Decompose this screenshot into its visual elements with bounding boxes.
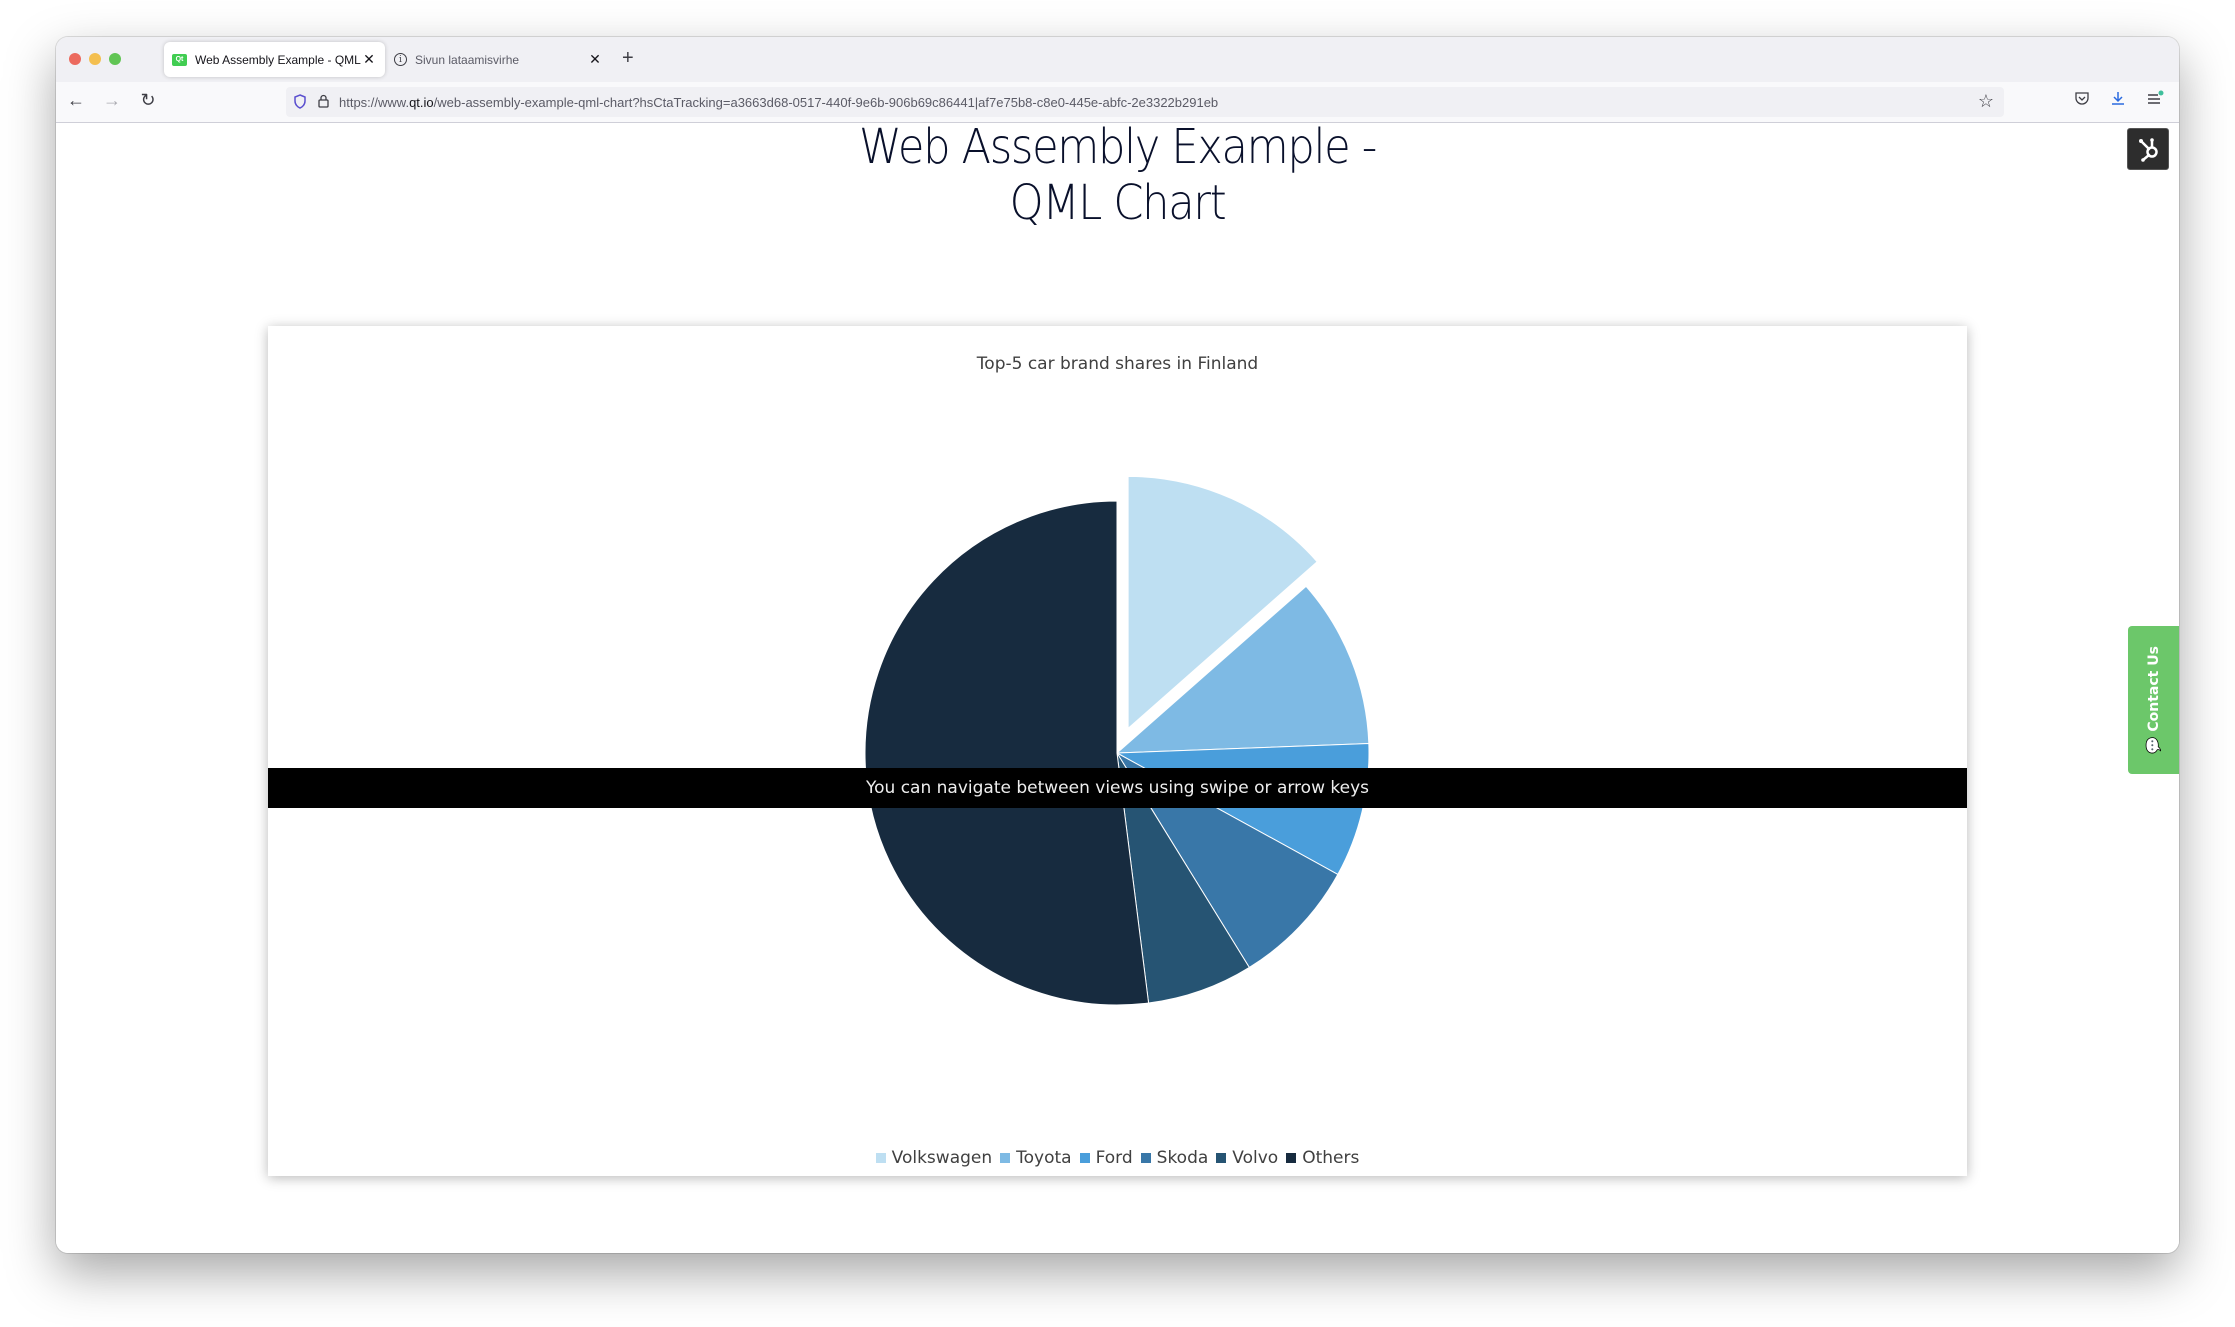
back-arrow-icon[interactable]: ← bbox=[64, 90, 88, 111]
download-icon[interactable] bbox=[2110, 90, 2126, 111]
legend-item-toyota[interactable]: Toyota bbox=[1000, 1148, 1072, 1168]
browser-window: Qt Web Assembly Example - QML Chart ✕ i … bbox=[56, 37, 2179, 1253]
tab-title: Web Assembly Example - QML Chart bbox=[195, 52, 361, 67]
legend-label: Volkswagen bbox=[891, 1148, 993, 1168]
legend-label: Volvo bbox=[1232, 1148, 1279, 1168]
chat-bubble-icon: 💬 bbox=[2145, 736, 2162, 754]
legend-swatch bbox=[875, 1153, 886, 1163]
legend-swatch bbox=[1216, 1153, 1227, 1163]
pie-slice-others[interactable] bbox=[864, 500, 1150, 1006]
hubspot-sprocket-icon bbox=[2139, 138, 2158, 162]
legend-swatch bbox=[1079, 1153, 1090, 1163]
url-bar[interactable]: https://www.qt.io/web-assembly-example-q… bbox=[286, 87, 2004, 117]
new-tab-button[interactable]: + bbox=[622, 47, 634, 70]
pocket-icon[interactable] bbox=[2074, 90, 2090, 111]
tab-web-assembly-example[interactable]: Qt Web Assembly Example - QML Chart ✕ bbox=[164, 42, 385, 77]
legend-label: Others bbox=[1302, 1148, 1360, 1168]
legend-item-volvo[interactable]: Volvo bbox=[1216, 1148, 1278, 1168]
tab-strip: Qt Web Assembly Example - QML Chart ✕ i … bbox=[56, 37, 2179, 82]
forward-arrow-icon[interactable]: → bbox=[100, 90, 124, 111]
url-path: /web-assembly-example-qml-chart?hsCtaTra… bbox=[433, 94, 1219, 110]
bookmark-star-icon[interactable]: ☆ bbox=[1978, 91, 1994, 112]
minimize-window-button[interactable] bbox=[89, 53, 101, 65]
legend-swatch bbox=[1000, 1153, 1011, 1163]
navigation-hint-banner: You can navigate between views using swi… bbox=[268, 768, 1967, 808]
legend-item-skoda[interactable]: Skoda bbox=[1140, 1148, 1209, 1168]
qt-logo-icon: Qt bbox=[172, 53, 187, 66]
info-icon: i bbox=[394, 53, 407, 66]
close-tab-icon[interactable]: ✕ bbox=[361, 51, 377, 68]
app-menu-icon[interactable] bbox=[2146, 90, 2164, 111]
url-host: qt.io bbox=[409, 94, 434, 110]
legend-label: Skoda bbox=[1156, 1148, 1209, 1168]
legend-label: Ford bbox=[1095, 1148, 1133, 1168]
nav-toolbar: ← → ↻ https://www.qt.io/web-assembly-exa… bbox=[56, 82, 2179, 123]
legend-swatch bbox=[1286, 1153, 1297, 1163]
page-content: Web Assembly Example - QML Chart 💬 Conta… bbox=[56, 119, 2179, 1253]
legend-label: Toyota bbox=[1016, 1148, 1072, 1168]
legend-item-others[interactable]: Others bbox=[1286, 1148, 1359, 1168]
maximize-window-button[interactable] bbox=[109, 53, 121, 65]
legend-item-volkswagen[interactable]: Volkswagen bbox=[875, 1148, 993, 1168]
reload-icon[interactable]: ↻ bbox=[136, 90, 160, 111]
contact-us-text: Contact Us bbox=[2145, 646, 2162, 732]
hubspot-chat-button[interactable] bbox=[2127, 128, 2169, 170]
tracking-shield-icon[interactable] bbox=[294, 94, 308, 110]
url-scheme: https://www. bbox=[339, 94, 410, 110]
contact-us-label: 💬 Contact Us bbox=[2146, 646, 2162, 754]
close-window-button[interactable] bbox=[69, 53, 81, 65]
close-tab-icon[interactable]: ✕ bbox=[587, 51, 603, 68]
contact-us-tab[interactable]: 💬 Contact Us bbox=[2128, 626, 2179, 774]
chart-legend: Volkswagen Toyota Ford Skoda Volvo Others bbox=[268, 1148, 1967, 1168]
legend-swatch bbox=[1140, 1153, 1151, 1163]
tab-sivun-lataamisvirhe[interactable]: i Sivun lataamisvirhe ✕ bbox=[386, 42, 611, 77]
legend-item-ford[interactable]: Ford bbox=[1079, 1148, 1133, 1168]
url-text[interactable]: https://www.qt.io/web-assembly-example-q… bbox=[339, 95, 1218, 110]
page-title: Web Assembly Example - QML Chart bbox=[162, 119, 2073, 231]
page-title-text: Web Assembly Example - QML Chart bbox=[859, 119, 1377, 231]
chart-card: Top-5 car brand shares in Finland You ca… bbox=[268, 326, 1967, 1176]
pie-chart bbox=[864, 475, 1370, 1006]
tab-title: Sivun lataamisvirhe bbox=[415, 52, 520, 67]
lock-icon[interactable] bbox=[318, 94, 329, 111]
